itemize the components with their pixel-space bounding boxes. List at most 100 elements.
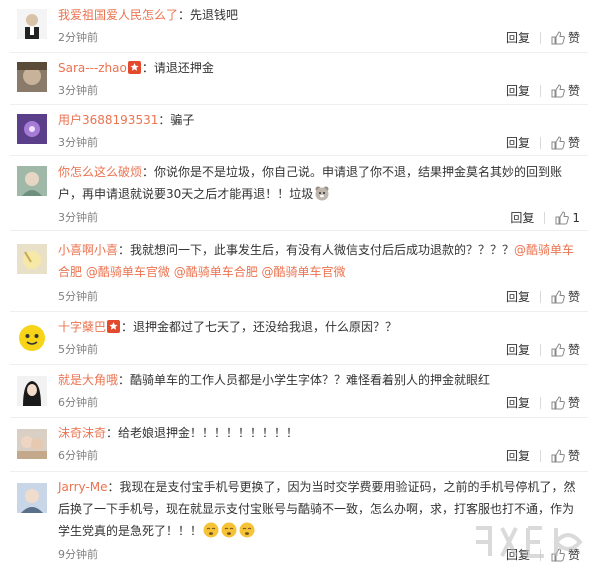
- comment-text: 酷骑单车的工作人员都是小学生字体？？难怪看着别人的押金就眼红: [130, 373, 491, 387]
- comment-username[interactable]: 用户3688193531: [58, 113, 158, 127]
- mention-link[interactable]: 合肥: [58, 265, 82, 279]
- thumbs-up-icon: [551, 83, 565, 97]
- comment-text: 户，再申请退就说要30天之后才能再退！！垃圾: [58, 187, 314, 201]
- reply-button[interactable]: 回复: [506, 394, 530, 411]
- comment-time: 6分钟前: [58, 449, 98, 462]
- comment-actions: 回复 赞: [506, 288, 580, 305]
- comment-username[interactable]: Sara---zhao: [58, 61, 127, 75]
- avatar[interactable]: [17, 323, 47, 353]
- like-button[interactable]: 赞: [551, 341, 580, 358]
- comment-username[interactable]: Jarry-Me: [58, 480, 108, 494]
- avatar[interactable]: [17, 166, 47, 196]
- comment-item: 小喜啊小喜：我就想问一下，此事发生后，有没有人微信支付后后成功退款的？？？？@酷…: [0, 231, 598, 311]
- thumbs-up-icon: [551, 289, 565, 303]
- thumbs-up-icon: [551, 342, 565, 356]
- comment-list: 我爱祖国爱人民怎么了：先退钱吧 2分钟前 回复 赞 Sara---zhao ：请退…: [0, 0, 598, 564]
- comment-text: 退押金都过了七天了，还没给我退，什么原因？？: [133, 320, 398, 334]
- comment-username[interactable]: 小喜啊小喜: [58, 243, 118, 257]
- comment-actions: 回复 赞: [506, 394, 580, 411]
- comment-time: 3分钟前: [58, 136, 98, 149]
- thumbs-up-icon: [551, 395, 565, 409]
- avatar[interactable]: [17, 483, 47, 513]
- comment-text: 后换了一下手机号，现在就显示支付宝账号与酷骑不一致，怎么办啊，求，打客服也打不通…: [58, 502, 575, 516]
- action-divider: [544, 211, 546, 224]
- thumbs-up-icon: [551, 30, 565, 44]
- action-divider: [539, 136, 541, 149]
- reply-button[interactable]: 回复: [510, 209, 534, 226]
- reply-button[interactable]: 回复: [506, 82, 530, 99]
- watermark-logo: [476, 526, 583, 558]
- avatar[interactable]: [17, 244, 47, 274]
- mention-link[interactable]: @酷骑单车合肥: [174, 265, 258, 279]
- avatar[interactable]: [17, 376, 47, 406]
- like-count: 1: [572, 210, 580, 225]
- crying-face-icon: [221, 522, 237, 538]
- comment-item: 你怎么这么破烦：你说你是不是垃圾，你自己说。申请退了你不退，结果押金莫名其妙的回…: [0, 156, 598, 230]
- reply-button[interactable]: 回复: [506, 447, 530, 464]
- comment-text: 骗子: [170, 113, 195, 127]
- reply-button[interactable]: 回复: [506, 341, 530, 358]
- action-divider: [539, 396, 541, 409]
- action-divider: [539, 84, 541, 97]
- mention-link[interactable]: @酷骑单车官微: [86, 265, 170, 279]
- thumbs-up-icon: [551, 135, 565, 149]
- comment-text: 先退钱吧: [190, 8, 239, 22]
- reply-button[interactable]: 回复: [506, 29, 530, 46]
- crying-face-icon: [239, 522, 255, 538]
- avatar[interactable]: [17, 62, 47, 92]
- mention-link[interactable]: @酷骑单车: [514, 243, 574, 257]
- like-button[interactable]: 赞: [551, 288, 580, 305]
- comment-actions: 回复 赞: [506, 82, 580, 99]
- comment-text: 你说你是不是垃圾，你自己说。申请退了你不退，结果押金莫名其妙的回到账: [154, 165, 563, 179]
- comment-actions: 回复 1: [510, 209, 580, 226]
- comment-username[interactable]: 十字蘖巴: [58, 320, 106, 334]
- like-button[interactable]: 赞: [551, 394, 580, 411]
- thumbs-up-icon: [551, 448, 565, 462]
- comment-text: 请退还押金: [153, 61, 214, 75]
- crying-face-icon: [203, 522, 219, 538]
- comment-username[interactable]: 沫奇沫奇: [58, 426, 106, 440]
- comment-time: 3分钟前: [58, 84, 98, 97]
- like-button[interactable]: 赞: [551, 447, 580, 464]
- comment-item: Sara---zhao ：请退还押金 3分钟前 回复 赞: [0, 53, 598, 104]
- reply-button[interactable]: 回复: [506, 288, 530, 305]
- comment-time: 6分钟前: [58, 396, 98, 409]
- reply-button[interactable]: 回复: [506, 134, 530, 151]
- thumbs-up-icon: [555, 210, 570, 224]
- comment-time: 3分钟前: [58, 211, 98, 224]
- avatar[interactable]: [17, 114, 47, 144]
- action-divider: [539, 31, 541, 44]
- comment-actions: 回复 赞: [506, 447, 580, 464]
- comment-username[interactable]: 我爱祖国爱人民怎么了: [58, 8, 178, 22]
- like-button[interactable]: 1: [555, 211, 580, 225]
- avatar[interactable]: [17, 9, 47, 39]
- comment-actions: 回复 赞: [506, 29, 580, 46]
- comment-item: 就是大角哦：酷骑单车的工作人员都是小学生字体？？难怪看着别人的押金就眼红 6分钟…: [0, 365, 598, 417]
- comment-actions: 回复 赞: [506, 134, 580, 151]
- comment-time: 2分钟前: [58, 31, 98, 44]
- vip-star-icon: [127, 61, 141, 74]
- comment-text: 我就想问一下，此事发生后，有没有人微信支付后后成功退款的？？？？: [130, 243, 515, 257]
- comment-item: 十字蘖巴 ：退押金都过了七天了，还没给我退，什么原因？？ 5分钟前 回复 赞: [0, 312, 598, 364]
- comment-item: 沫奇沫奇：给老娘退押金！！！！！！！！！ 6分钟前 回复 赞: [0, 418, 598, 471]
- bear-emoji-icon: [315, 186, 329, 201]
- comment-time: 5分钟前: [58, 290, 98, 303]
- comment-item: 用户3688193531：骗子 3分钟前 回复 赞: [0, 105, 598, 155]
- comment-time: 5分钟前: [58, 343, 98, 356]
- like-button[interactable]: 赞: [551, 29, 580, 46]
- avatar[interactable]: [17, 429, 47, 459]
- vip-star-icon: [107, 320, 121, 333]
- comment-time: 9分钟前: [58, 548, 98, 561]
- mention-link[interactable]: @酷骑单车官微: [262, 265, 346, 279]
- comment-item: 我爱祖国爱人民怎么了：先退钱吧 2分钟前 回复 赞: [0, 0, 598, 52]
- comment-username[interactable]: 你怎么这么破烦: [58, 165, 142, 179]
- comment-text: 我现在是支付宝手机号更换了，因为当时交学费要用验证码，之前的手机号停机了，然: [119, 480, 576, 494]
- action-divider: [539, 343, 541, 356]
- action-divider: [539, 290, 541, 303]
- comment-username[interactable]: 就是大角哦: [58, 373, 118, 387]
- action-divider: [539, 449, 541, 462]
- comment-actions: 回复 赞: [506, 341, 580, 358]
- like-button[interactable]: 赞: [551, 82, 580, 99]
- like-button[interactable]: 赞: [551, 134, 580, 151]
- comment-text: 给老娘退押金！！！！！！！！！: [118, 426, 299, 440]
